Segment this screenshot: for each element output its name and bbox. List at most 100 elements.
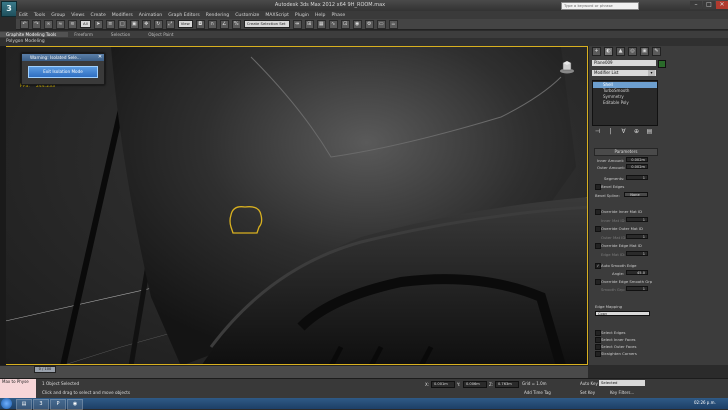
time-slider[interactable]: 0 / 100: [34, 366, 56, 373]
motion-tab-icon[interactable]: ◎: [628, 47, 637, 56]
bind-icon[interactable]: ≋: [68, 19, 77, 29]
align-icon[interactable]: ⊞: [304, 19, 314, 29]
undo-icon[interactable]: ↶: [20, 19, 29, 29]
rotate-icon[interactable]: ↻: [153, 19, 163, 29]
make-unique-icon[interactable]: ∀: [620, 128, 627, 135]
menu-tools[interactable]: Tools: [31, 13, 48, 18]
menu-create[interactable]: Create: [88, 13, 109, 18]
key-filters-button[interactable]: Key Filters...: [610, 390, 634, 395]
maximize-button[interactable]: □: [703, 1, 715, 9]
mirror-icon[interactable]: ⇹: [292, 19, 302, 29]
rect-select-icon[interactable]: □: [117, 19, 127, 29]
render-icon[interactable]: ☕: [388, 19, 398, 29]
percent-snap-icon[interactable]: %: [231, 19, 241, 29]
chevron-down-icon[interactable]: ▾: [648, 70, 655, 76]
named-selection-dropdown[interactable]: Create Selection Set: [243, 20, 290, 28]
tab-selection[interactable]: Selection: [105, 32, 142, 37]
y-coordinate-field[interactable]: 0.006m: [463, 381, 487, 388]
object-color-swatch[interactable]: [658, 60, 666, 68]
remove-modifier-icon[interactable]: ⊕: [633, 128, 640, 135]
selection-filter-dropdown[interactable]: All: [80, 20, 91, 28]
layer-icon[interactable]: ▦: [316, 19, 326, 29]
modify-tab-icon[interactable]: ◐: [604, 47, 613, 56]
angle-snap-icon[interactable]: ∠: [219, 19, 229, 29]
add-time-tag-button[interactable]: Add Time Tag: [524, 390, 551, 395]
angle-spinner[interactable]: 45.0: [626, 270, 648, 275]
key-set-dropdown[interactable]: Selected: [599, 380, 645, 386]
bevel-spline-button[interactable]: None: [624, 192, 648, 197]
snap-icon[interactable]: ∩: [207, 19, 217, 29]
tab-freeform[interactable]: Freeform: [68, 32, 105, 37]
smooth-grp-spinner[interactable]: 1: [626, 286, 648, 291]
create-tab-icon[interactable]: +: [592, 47, 601, 56]
segments-spinner[interactable]: 1: [626, 175, 648, 180]
perspective-viewport[interactable]: [0, 46, 588, 365]
select-icon[interactable]: ➤: [93, 19, 103, 29]
menu-views[interactable]: Views: [68, 13, 87, 18]
link-icon[interactable]: ∞: [44, 19, 53, 29]
close-button[interactable]: ✕: [716, 1, 728, 9]
search-input[interactable]: Type a keyword or phrase: [561, 2, 639, 10]
menu-animation[interactable]: Animation: [136, 13, 165, 18]
utilities-tab-icon[interactable]: ✎: [652, 47, 661, 56]
minimize-button[interactable]: –: [690, 1, 702, 9]
material-editor-icon[interactable]: ◉: [352, 19, 362, 29]
render-frame-icon[interactable]: ▭: [376, 19, 386, 29]
move-icon[interactable]: ✥: [141, 19, 151, 29]
tab-graphite-modeling[interactable]: Graphite Modeling Tools: [0, 32, 69, 37]
render-setup-icon[interactable]: ⚙: [364, 19, 374, 29]
redo-icon[interactable]: ↷: [32, 19, 41, 29]
menu-phase[interactable]: Phase: [328, 13, 348, 18]
hierarchy-tab-icon[interactable]: ▲: [616, 47, 625, 56]
menu-group[interactable]: Group: [48, 13, 68, 18]
schematic-icon[interactable]: ⊡: [340, 19, 350, 29]
menu-graph-editors[interactable]: Graph Editors: [165, 13, 203, 18]
menu-help[interactable]: Help: [312, 13, 328, 18]
display-tab-icon[interactable]: ▣: [640, 47, 649, 56]
parameters-rollout[interactable]: Parameters: [594, 148, 658, 156]
menu-maxscript[interactable]: MAXScript: [262, 13, 292, 18]
pin-stack-icon[interactable]: ⊣: [594, 128, 601, 135]
menu-edit[interactable]: Edit: [16, 13, 31, 18]
taskbar-browser-icon[interactable]: ◉: [67, 399, 83, 410]
menu-customize[interactable]: Customize: [232, 13, 262, 18]
menu-modifiers[interactable]: Modifiers: [109, 13, 136, 18]
pivot-icon[interactable]: ◘: [195, 19, 205, 29]
curve-editor-icon[interactable]: ∿: [328, 19, 338, 29]
z-coordinate-field[interactable]: 0.763m: [495, 381, 519, 388]
modifier-list-dropdown[interactable]: Modifier List: [592, 70, 656, 76]
stack-item-editable-poly[interactable]: Editable Poly: [593, 100, 657, 106]
window-crossing-icon[interactable]: ▣: [129, 19, 139, 29]
taskbar-3dsmax-icon[interactable]: 3: [33, 399, 49, 410]
inner-amount-spinner[interactable]: 0.002m: [626, 157, 648, 162]
maxscript-listener[interactable]: Max to Physe: [0, 379, 36, 398]
taskbar-explorer-icon[interactable]: ▤: [16, 399, 32, 410]
configure-sets-icon[interactable]: ▤: [646, 128, 653, 135]
tab-object-paint[interactable]: Object Paint: [142, 32, 185, 37]
dialog-close-icon[interactable]: ✕: [96, 54, 104, 61]
viewcube-icon[interactable]: [559, 60, 575, 74]
timeline[interactable]: [0, 365, 588, 379]
x-coordinate-field[interactable]: 0.001m: [431, 381, 455, 388]
set-key-button[interactable]: Set Key: [580, 390, 595, 395]
object-name-field[interactable]: Plane009: [592, 60, 656, 66]
unlink-icon[interactable]: ≈: [56, 19, 65, 29]
start-button-icon[interactable]: [1, 398, 12, 409]
exit-isolation-button[interactable]: Exit Isolation Mode: [28, 66, 98, 78]
outer-mat-id-spinner[interactable]: 1: [626, 234, 648, 239]
scale-icon[interactable]: ⤢: [165, 19, 175, 29]
app-logo-icon[interactable]: 3: [1, 1, 17, 17]
polygon-modeling-label[interactable]: Polygon Modeling: [6, 39, 45, 44]
edge-mat-id-spinner[interactable]: 1: [626, 251, 648, 256]
inner-mat-id-spinner[interactable]: 1: [626, 217, 648, 222]
reference-coord-dropdown[interactable]: View: [177, 20, 193, 28]
show-end-result-icon[interactable]: |: [607, 128, 614, 135]
dialog-title[interactable]: Warning: Isolated Sele...: [22, 54, 104, 61]
select-by-name-icon[interactable]: ≡: [105, 19, 115, 29]
menu-plugin[interactable]: Plugin: [292, 13, 312, 18]
taskbar-photoshop-icon[interactable]: P: [50, 399, 66, 410]
menu-rendering[interactable]: Rendering: [203, 13, 232, 18]
outer-amount-spinner[interactable]: 0.002m: [626, 164, 648, 169]
auto-key-button[interactable]: Auto Key: [580, 381, 598, 386]
edge-mapping-dropdown[interactable]: Copy: [595, 311, 650, 316]
